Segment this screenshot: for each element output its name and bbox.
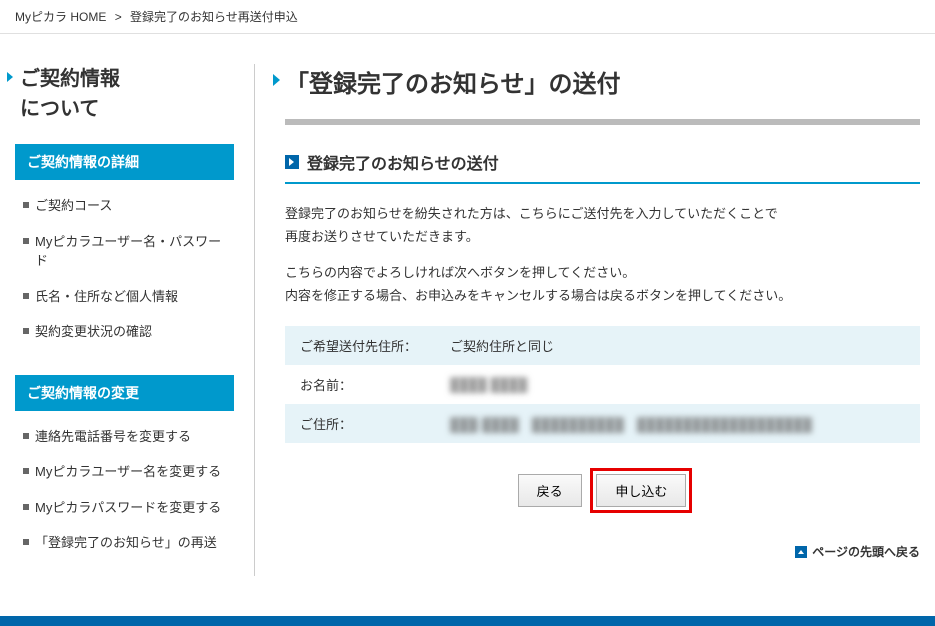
row-label-address-type: ご希望送付先住所： (285, 326, 435, 365)
section-title-text: 登録完了のお知らせの送付 (307, 150, 499, 174)
footer-bar (0, 616, 935, 626)
page-title: 「登録完了のお知らせ」の送付 (285, 64, 920, 111)
submit-highlight: 申し込む (590, 468, 692, 513)
desc-text-1b: 再度お送りさせていただきます。 (285, 229, 479, 244)
row-value-address: ███-████ ██████████ ███████████████████ (435, 404, 920, 443)
sidebar-title: ご契約情報 について (15, 64, 234, 124)
sidebar-title-line1: ご契約情報 (20, 68, 120, 90)
arrow-right-icon (285, 155, 299, 169)
sidebar-item-change-username[interactable]: Myピカラユーザー名を変更する (15, 454, 234, 490)
breadcrumb-home-link[interactable]: Myピカラ HOME (15, 10, 106, 24)
breadcrumb: Myピカラ HOME > 登録完了のお知らせ再送付申込 (0, 0, 935, 34)
sidebar-item-resend-notice[interactable]: 「登録完了のお知らせ」の再送 (15, 525, 234, 561)
section-title: 登録完了のお知らせの送付 (285, 150, 920, 184)
menu-list-changes: 連絡先電話番号を変更する Myピカラユーザー名を変更する Myピカラパスワードを… (15, 411, 234, 576)
page-top-link[interactable]: ページの先頭へ戻る (795, 545, 920, 559)
confirmation-table: ご希望送付先住所： ご契約住所と同じ お名前： ████ ████ ご住所： █… (285, 326, 920, 443)
arrow-up-icon (795, 546, 807, 558)
desc-text-2a: こちらの内容でよろしければ次へボタンを押してください。 (285, 265, 635, 280)
table-row: ご住所： ███-████ ██████████ ███████████████… (285, 404, 920, 443)
back-button[interactable]: 戻る (518, 474, 582, 507)
row-value-address-type: ご契約住所と同じ (435, 326, 920, 365)
sidebar-item-change-password[interactable]: Myピカラパスワードを変更する (15, 490, 234, 526)
section-header-changes: ご契約情報の変更 (15, 375, 234, 411)
button-area: 戻る 申し込む (285, 468, 920, 513)
submit-button[interactable]: 申し込む (596, 474, 686, 507)
page-top-text: ページの先頭へ戻る (812, 545, 920, 559)
breadcrumb-current: 登録完了のお知らせ再送付申込 (130, 10, 298, 24)
main-content: 「登録完了のお知らせ」の送付 登録完了のお知らせの送付 登録完了のお知らせを紛失… (255, 64, 920, 576)
section-header-details: ご契約情報の詳細 (15, 144, 234, 180)
page-top-link-area: ページの先頭へ戻る (285, 543, 920, 560)
row-label-address: ご住所： (285, 404, 435, 443)
desc-text-1a: 登録完了のお知らせを紛失された方は、こちらにご送付先を入力していただくことで (285, 206, 778, 221)
breadcrumb-separator: > (115, 10, 122, 24)
table-row: ご希望送付先住所： ご契約住所と同じ (285, 326, 920, 365)
desc-text-2b: 内容を修正する場合、お申込みをキャンセルする場合は戻るボタンを押してください。 (285, 288, 791, 303)
sidebar-item-username-password[interactable]: Myピカラユーザー名・パスワード (15, 224, 234, 279)
row-value-name: ████ ████ (435, 365, 920, 404)
row-label-name: お名前： (285, 365, 435, 404)
title-underline (285, 119, 920, 125)
sidebar-title-line2: について (20, 98, 99, 120)
table-row: お名前： ████ ████ (285, 365, 920, 404)
sidebar-item-change-phone[interactable]: 連絡先電話番号を変更する (15, 419, 234, 455)
sidebar: ご契約情報 について ご契約情報の詳細 ご契約コース Myピカラユーザー名・パス… (15, 64, 255, 576)
sidebar-item-personal-info[interactable]: 氏名・住所など個人情報 (15, 279, 234, 315)
sidebar-item-change-status[interactable]: 契約変更状況の確認 (15, 314, 234, 350)
menu-list-details: ご契約コース Myピカラユーザー名・パスワード 氏名・住所など個人情報 契約変更… (15, 180, 234, 365)
description: 登録完了のお知らせを紛失された方は、こちらにご送付先を入力していただくことで 再… (285, 202, 920, 308)
sidebar-item-course[interactable]: ご契約コース (15, 188, 234, 224)
